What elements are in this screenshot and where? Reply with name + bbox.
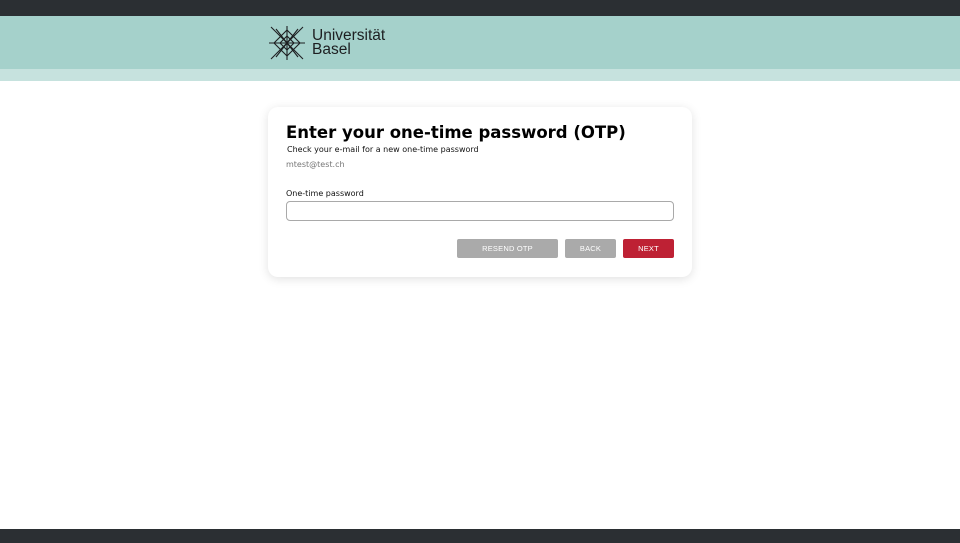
otp-card: Enter your one-time password (OTP) Check… — [268, 107, 692, 277]
bottom-bar — [0, 529, 960, 543]
resend-otp-button[interactable]: RESEND OTP — [457, 239, 558, 258]
site-header — [0, 16, 960, 69]
otp-field-label: One-time password — [286, 189, 364, 198]
logo-line-2: Basel — [312, 41, 351, 58]
logo-wordmark: Universität Basel — [312, 28, 385, 58]
university-logo[interactable]: Universität Basel — [268, 25, 385, 61]
top-bar — [0, 0, 960, 16]
otp-input[interactable] — [286, 201, 674, 221]
page-title: Enter your one-time password (OTP) — [286, 123, 626, 142]
header-strip — [0, 69, 960, 81]
next-button[interactable]: NEXT — [623, 239, 674, 258]
instruction-text: Check your e-mail for a new one-time pas… — [287, 145, 479, 154]
user-email: mtest@test.ch — [286, 160, 345, 169]
university-star-mark-icon — [269, 26, 305, 60]
back-button[interactable]: BACK — [565, 239, 616, 258]
